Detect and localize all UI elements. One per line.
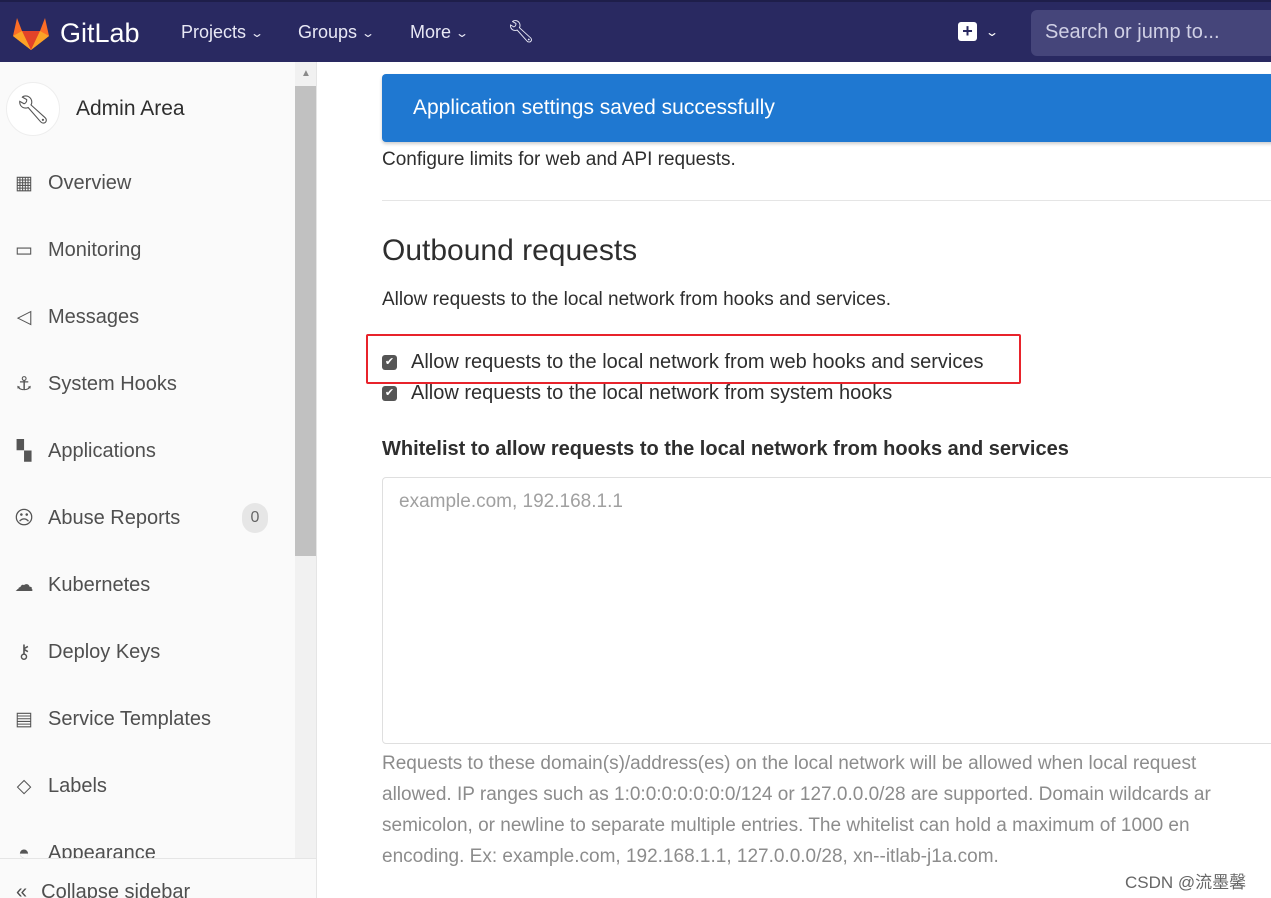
checkmark-icon[interactable]: ✔ <box>382 355 397 370</box>
overview-icon: ▦ <box>15 173 33 194</box>
collapse-sidebar-button[interactable]: « Collapse sidebar <box>0 858 316 898</box>
sidebar-header[interactable]: 🔧︎ Admin Area <box>6 82 185 136</box>
whitelist-label: Whitelist to allow requests to the local… <box>382 438 1069 460</box>
key-icon: ⚷ <box>17 642 31 663</box>
tanuki-icon <box>13 18 49 50</box>
sidebar-item-labels[interactable]: ◇ Labels <box>12 775 282 798</box>
limits-description: Configure limits for web and API request… <box>382 149 736 170</box>
nav-label: Groups <box>298 22 358 42</box>
monitor-icon: ▭ <box>15 240 33 261</box>
applications-icon: ▚ <box>16 441 32 462</box>
megaphone-icon: ◁ <box>16 307 32 328</box>
nav-projects[interactable]: Projects ⌄ <box>181 22 265 43</box>
checkmark-icon[interactable]: ✔ <box>382 386 397 401</box>
sidebar-item-label: Labels <box>48 775 107 797</box>
sidebar-item-label: Abuse Reports <box>48 507 181 529</box>
gitlab-logo[interactable]: GitLab <box>12 16 140 50</box>
search-input[interactable]: Search or jump to... <box>1031 10 1271 56</box>
sidebar-item-label: Service Templates <box>48 708 212 730</box>
checkbox-web-hooks[interactable]: ✔ Allow requests to the local network fro… <box>382 351 984 374</box>
sidebar-title: Admin Area <box>76 97 185 120</box>
wrench-icon[interactable]: 🔧︎ <box>507 19 535 45</box>
chevron-down-icon: ⌄ <box>984 24 1000 39</box>
sidebar-item-service-templates[interactable]: ▤ Service Templates <box>12 708 282 731</box>
sidebar-item-monitoring[interactable]: ▭ Monitoring <box>12 239 282 262</box>
whitelist-textarea[interactable] <box>382 477 1271 744</box>
sidebar-item-abuse-reports[interactable]: ☹︎ Abuse Reports 0 <box>12 503 282 533</box>
nav-more[interactable]: More ⌄ <box>410 22 470 43</box>
double-chevron-left-icon: « <box>16 881 28 898</box>
sidebar-item-overview[interactable]: ▦ Overview <box>12 172 282 195</box>
sidebar-item-deploy-keys[interactable]: ⚷ Deploy Keys <box>12 641 282 664</box>
help-line: Requests to these domain(s)/address(es) … <box>382 753 1197 774</box>
sidebar-item-applications[interactable]: ▚ Applications <box>12 440 282 463</box>
sidebar-item-label: Applications <box>48 440 156 462</box>
section-description: Allow requests to the local network from… <box>382 289 892 310</box>
sidebar-scrollbar[interactable]: ▲ <box>295 62 316 858</box>
sad-face-icon: ☹︎ <box>14 508 34 529</box>
sidebar-item-label: Messages <box>48 306 140 328</box>
new-dropdown[interactable]: + ⌄ <box>958 22 1000 41</box>
whitelist-help-text: Requests to these domain(s)/address(es) … <box>382 748 1271 872</box>
wrench-icon: 🔧︎ <box>6 82 60 136</box>
scroll-up-icon[interactable]: ▲ <box>301 68 311 79</box>
flash-notice: Application settings saved successfully <box>382 74 1271 142</box>
nav-label: More <box>410 22 452 42</box>
top-navbar: GitLab Projects ⌄ Groups ⌄ More ⌄ 🔧︎ + ⌄ Sea… <box>0 0 1271 62</box>
nav-groups[interactable]: Groups ⌄ <box>298 22 376 43</box>
anchor-icon: ⚓︎ <box>15 374 33 395</box>
sidebar: 🔧︎ Admin Area ▦ Overview ▭ Monitoring ◁ Mess… <box>0 62 317 898</box>
section-title: Outbound requests <box>382 234 638 267</box>
checkbox-label: Allow requests to the local network from… <box>411 382 893 404</box>
sidebar-item-kubernetes[interactable]: ☁︎ Kubernetes <box>12 574 282 597</box>
nav-label: Projects <box>181 22 247 42</box>
collapse-label: Collapse sidebar <box>41 881 191 898</box>
chevron-down-icon: ⌄ <box>455 25 470 40</box>
checkbox-system-hooks[interactable]: ✔ Allow requests to the local network fro… <box>382 382 892 405</box>
template-icon: ▤ <box>15 709 33 730</box>
label-icon: ◇ <box>16 776 32 797</box>
chevron-down-icon: ⌄ <box>250 25 265 40</box>
watermark: CSDN @流墨馨 <box>1125 873 1247 892</box>
sidebar-item-system-hooks[interactable]: ⚓︎ System Hooks <box>12 373 282 396</box>
help-line: semicolon, or newline to separate multip… <box>382 815 1190 836</box>
chevron-down-icon: ⌄ <box>361 25 376 40</box>
count-badge: 0 <box>242 503 268 533</box>
plus-icon: + <box>958 22 977 41</box>
checkbox-label: Allow requests to the local network from… <box>411 351 984 373</box>
divider <box>382 200 1271 201</box>
sidebar-item-label: Overview <box>48 172 132 194</box>
sidebar-item-label: Kubernetes <box>48 574 151 596</box>
sidebar-item-messages[interactable]: ◁ Messages <box>12 306 282 329</box>
scrollbar-thumb[interactable] <box>295 86 316 556</box>
sidebar-item-label: Deploy Keys <box>48 641 161 663</box>
sidebar-item-label: Monitoring <box>48 239 142 261</box>
kubernetes-icon: ☁︎ <box>14 575 34 596</box>
help-line: allowed. IP ranges such as 1:0:0:0:0:0:0… <box>382 784 1211 805</box>
brand-name: GitLab <box>60 17 140 48</box>
sidebar-item-label: System Hooks <box>48 373 177 395</box>
